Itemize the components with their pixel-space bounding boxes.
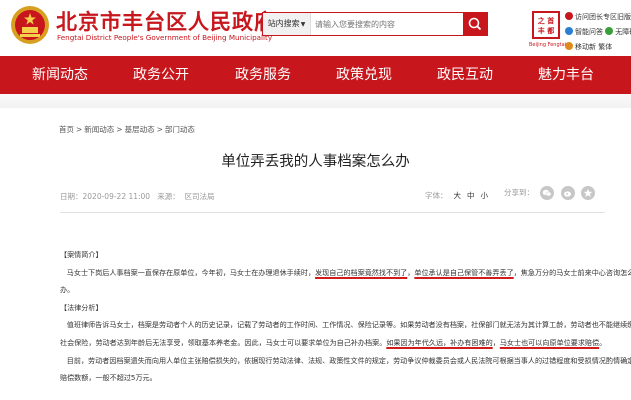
- font-size-small[interactable]: 小: [481, 191, 489, 200]
- p1-text-d: 办。: [60, 285, 75, 295]
- search-icon: [468, 17, 482, 31]
- paragraph-3-cont: 赔偿数额，一般不超过5万元。: [60, 369, 608, 387]
- util-link-qa[interactable]: 智能问答: [575, 28, 603, 36]
- legal-heading: 【法律分析】: [60, 299, 608, 317]
- util-link-elder[interactable]: 访问团长专区旧版: [575, 13, 631, 21]
- user-icon: [565, 12, 573, 20]
- share-bar: 分享到：: [504, 186, 596, 200]
- weibo-icon[interactable]: [560, 186, 575, 200]
- util-link-traditional[interactable]: 繁体: [598, 43, 612, 51]
- mobile-icon: [565, 42, 573, 50]
- breadcrumb-department[interactable]: 部门动态: [165, 125, 195, 134]
- wechat-icon[interactable]: [540, 186, 555, 200]
- chat-icon: [565, 27, 573, 35]
- meta-divider: [60, 212, 605, 213]
- breadcrumb-separator: >: [116, 125, 123, 134]
- p1-highlight-lost-file: 发现自己的档案竟然找不到了: [315, 267, 408, 277]
- search-button[interactable]: [463, 13, 487, 35]
- fengtai-logo-mark: 之 首丰 都: [537, 17, 555, 35]
- case-heading: 【案情简介】: [60, 246, 608, 264]
- article-meta: 日期：2020-09-22 11:00 来源： 区司法局: [60, 191, 215, 202]
- util-link-mobile[interactable]: 移动新: [575, 43, 596, 51]
- font-size-control: 字体： 大中小: [425, 190, 488, 201]
- nav-item-gov-services[interactable]: 政务服务: [235, 56, 291, 94]
- p2-text-b: 社会保险，劳动者达到年龄后无法享受，领取基本养老金。因此，马女士可以要求单位为自…: [60, 337, 387, 347]
- chevron-down-icon: ▼: [300, 21, 306, 28]
- p1-text-c: ，焦急万分的马女士前来中心咨询怎么: [513, 267, 631, 277]
- fengtai-logo[interactable]: 之 首丰 都: [532, 11, 560, 39]
- utility-links: 访问团长专区旧版 智能问答 无障碍 移动新 繁体: [565, 10, 631, 55]
- main-nav: 新闻动态 政务公开 政务服务 政策兑现 政民互动 魅力丰台: [0, 56, 631, 94]
- font-size-label: 字体：: [425, 191, 448, 200]
- breadcrumb-separator: >: [76, 125, 83, 134]
- search-scope-select[interactable]: 站内搜索▼: [263, 13, 311, 35]
- breadcrumb-separator: >: [156, 125, 163, 134]
- paragraph-1: 马女士下岗后人事档案一直保存在原单位，今年初，马女士在办理退休手续时，发现自己的…: [60, 264, 631, 282]
- paragraph-2-cont: 社会保险，劳动者达到年龄后无法享受，领取基本养老金。因此，马女士可以要求单位为自…: [60, 334, 608, 352]
- banner-strip: [0, 94, 631, 108]
- breadcrumb-news[interactable]: 新闻动态: [84, 125, 114, 134]
- p2-text-d: 。: [599, 337, 607, 347]
- font-size-large[interactable]: 大: [454, 191, 462, 200]
- share-label: 分享到：: [504, 188, 534, 197]
- p2-text-c: ，: [492, 337, 500, 347]
- breadcrumb-grassroots[interactable]: 基层动态: [125, 125, 155, 134]
- search-input[interactable]: [315, 15, 460, 33]
- font-size-medium[interactable]: 中: [467, 191, 475, 200]
- qzone-icon[interactable]: [581, 186, 596, 200]
- site-subtitle: Fengtai District People's Government of …: [57, 33, 273, 42]
- p2-text-a: 值班律师告诉马女士，档案是劳动者个人的历史记录，记载了劳动者的工作时间、工作情况…: [66, 320, 631, 330]
- legal-heading-text: 【法律分析】: [60, 302, 103, 312]
- paragraph-3: 目前，劳动者因档案遗失而向用人单位主张赔偿损失的，依据现行劳动法律、法规、政策性…: [60, 352, 631, 370]
- p3-text-b: 赔偿数额，一般不超过5万元。: [60, 373, 157, 383]
- site-title[interactable]: 北京市丰台区人民政府: [56, 6, 276, 36]
- national-emblem-icon[interactable]: [10, 5, 50, 45]
- case-heading-text: 【案情简介】: [60, 250, 103, 259]
- paragraph-1-cont: 办。: [60, 281, 608, 299]
- article-date: 日期：2020-09-22 11:00: [60, 192, 151, 201]
- p3-text-a: 目前，劳动者因档案遗失而向用人单位主张赔偿损失的，依据现行劳动法律、法规、政策性…: [66, 355, 631, 365]
- article-source: 区司法局: [184, 192, 215, 201]
- p2-highlight-hard-to-reissue: 如果因为年代久远，补办有困难的: [386, 337, 493, 347]
- article-source-label: 来源：: [157, 192, 180, 201]
- search-scope-label: 站内搜索: [267, 19, 300, 28]
- site-header: 北京市丰台区人民政府 Fengtai District People's Gov…: [0, 0, 631, 56]
- breadcrumb: 首页 > 新闻动态 > 基层动态 > 部门动态: [59, 124, 195, 135]
- search-box: 站内搜索▼: [262, 12, 488, 36]
- logo-caption: Beijing Fengtai: [529, 42, 567, 48]
- nav-item-policy[interactable]: 政策兑现: [336, 56, 392, 94]
- nav-item-charm-fengtai[interactable]: 魅力丰台: [538, 56, 594, 94]
- breadcrumb-home[interactable]: 首页: [59, 125, 74, 134]
- p2-highlight-claim-compensation: 马女士也可以向原单位要求赔偿: [499, 337, 600, 347]
- article-title: 单位弄丢我的人事档案怎么办: [221, 154, 410, 170]
- util-link-accessibility[interactable]: 无障碍: [615, 28, 631, 36]
- accessibility-icon: [605, 27, 614, 35]
- paragraph-2: 值班律师告诉马女士，档案是劳动者个人的历史记录，记载了劳动者的工作时间、工作情况…: [60, 316, 631, 334]
- nav-item-news[interactable]: 新闻动态: [32, 56, 88, 94]
- p1-highlight-unit-admits: 单位承认是自己保管不善弄丢了: [414, 267, 514, 277]
- nav-item-interaction[interactable]: 政民互动: [437, 56, 493, 94]
- nav-item-gov-affairs-open[interactable]: 政务公开: [133, 56, 189, 94]
- article-body: 【案情简介】 马女士下岗后人事档案一直保存在原单位，今年初，马女士在办理退休手续…: [60, 246, 631, 387]
- p1-text-a: 马女士下岗后人事档案一直保存在原单位，今年初，马女士在办理退休手续时，: [66, 267, 316, 277]
